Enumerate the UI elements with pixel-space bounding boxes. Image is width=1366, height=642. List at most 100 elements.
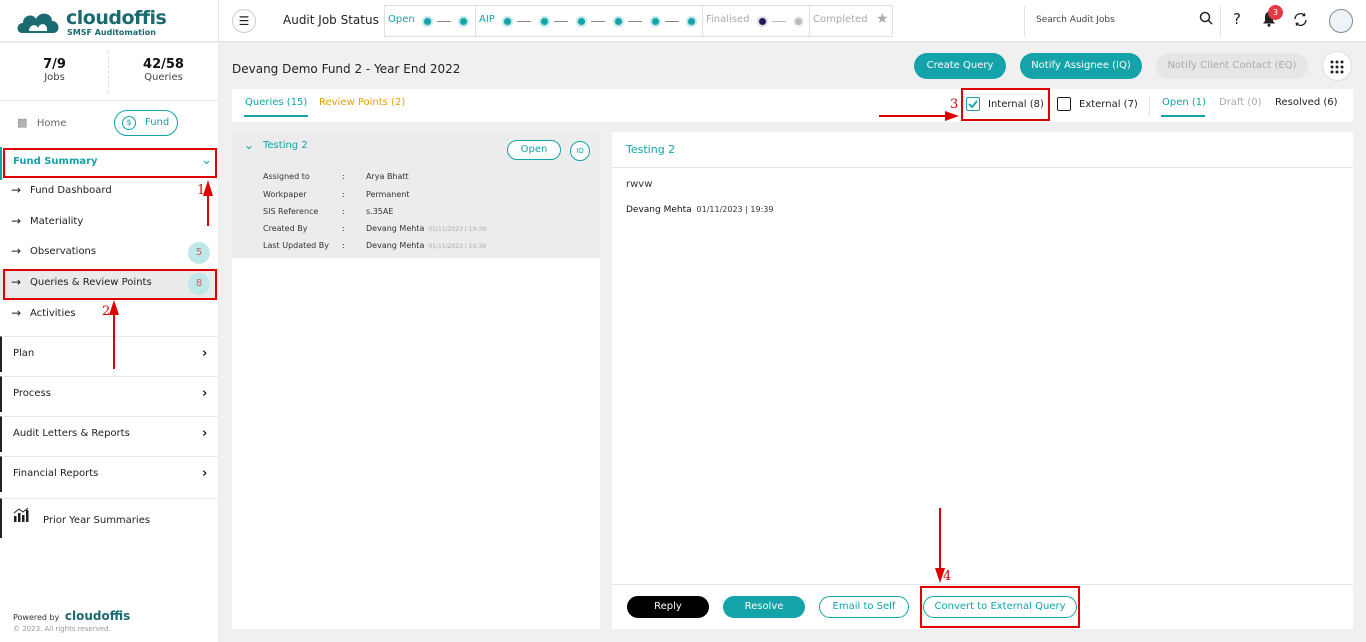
- jobs-count: 7/9: [43, 57, 66, 72]
- chevron-right-icon: ›: [202, 466, 208, 481]
- sidebar: 7/9 Jobs 42/58 Queries ▩ Home $ Fund Fun…: [0, 43, 218, 642]
- sidebar-section-plan[interactable]: Plan ›: [0, 336, 218, 372]
- bar-chart-icon: [13, 507, 29, 526]
- annotation-box: [3, 148, 217, 178]
- observations-count-badge: 5: [188, 242, 210, 264]
- notification-badge: 3: [1268, 5, 1283, 20]
- brand-logo[interactable]: cloudoffis SMSF Auditomation: [16, 5, 216, 39]
- stage-open: Open: [384, 5, 476, 37]
- field-value: Devang Mehta 01/11/2023 | 19:39: [366, 224, 486, 233]
- section-label: Process: [13, 388, 51, 399]
- filter-open[interactable]: Open (1): [1162, 97, 1206, 108]
- field-colon: :: [342, 207, 345, 216]
- external-checkbox[interactable]: [1057, 97, 1071, 111]
- notify-assignee-button[interactable]: Notify Assignee (IQ): [1020, 53, 1142, 79]
- field-value-text: Devang Mehta: [366, 224, 425, 233]
- field-colon: :: [342, 190, 345, 199]
- tab-review-points[interactable]: Review Points (2): [319, 97, 405, 108]
- query-field-row: Workpaper : Permanent: [232, 190, 600, 202]
- message-author: Devang Mehta 01/11/2023 | 19:39: [626, 205, 773, 215]
- sidebar-section-financial-reports[interactable]: Financial Reports ›: [0, 456, 218, 492]
- field-colon: :: [342, 241, 345, 250]
- tab-queries[interactable]: Queries (15): [245, 97, 307, 108]
- search-icon[interactable]: [1199, 11, 1213, 29]
- divider: [612, 167, 1353, 168]
- arrow-right-icon: →: [11, 244, 22, 258]
- sidebar-item-label: Activities: [30, 308, 76, 319]
- chevron-down-icon[interactable]: ⌄: [244, 138, 254, 152]
- stage-dot: [793, 16, 804, 27]
- divider: [1220, 6, 1221, 36]
- field-colon: :: [342, 224, 345, 233]
- chevron-right-icon: ›: [202, 426, 208, 441]
- email-to-self-button[interactable]: Email to Self: [819, 596, 909, 618]
- field-label: Last Updated By: [263, 241, 330, 250]
- divider: [1024, 6, 1025, 36]
- reply-button[interactable]: Reply: [627, 596, 709, 618]
- jobs-stat: 7/9 Jobs: [0, 57, 109, 83]
- annotation-arrow-line: [207, 196, 209, 226]
- sidebar-prior-year[interactable]: Prior Year Summaries: [0, 498, 218, 538]
- search-input[interactable]: Search Audit Jobs: [1036, 15, 1115, 25]
- sidebar-item-fund-dashboard[interactable]: → Fund Dashboard: [0, 177, 218, 207]
- create-query-button[interactable]: Create Query: [914, 53, 1006, 79]
- cloud-logo-icon: [17, 13, 59, 33]
- queries-stat: 42/58 Queries: [109, 57, 218, 83]
- stage-dot: [502, 16, 513, 27]
- queries-count: 42/58: [143, 57, 184, 72]
- stage-finalised: Finalised: [702, 5, 810, 37]
- menu-icon[interactable]: ☰: [232, 9, 256, 33]
- resolve-button[interactable]: Resolve: [723, 596, 805, 618]
- query-status-badge: Open: [507, 140, 561, 160]
- stage-label: Completed: [813, 14, 868, 25]
- dollar-icon: $: [122, 116, 136, 130]
- stage-connector: [437, 21, 451, 22]
- stage-label: AIP: [479, 14, 495, 25]
- star-icon: ★: [876, 11, 889, 27]
- query-title: Testing 2: [263, 140, 308, 151]
- query-detail-panel: Testing 2 rwvw Devang Mehta 01/11/2023 |…: [612, 132, 1353, 629]
- stage-dot: [686, 16, 697, 27]
- notify-client-contact-button[interactable]: Notify Client Contact (EQ): [1156, 53, 1308, 79]
- home-link[interactable]: ▩ Home: [17, 116, 66, 129]
- sidebar-item-observations[interactable]: → Observations 5: [0, 238, 218, 268]
- stage-dot: [539, 16, 550, 27]
- sidebar-item-materiality[interactable]: → Materiality: [0, 208, 218, 238]
- powered-by: Powered by cloudoffis: [13, 609, 130, 623]
- fund-button[interactable]: $ Fund: [114, 110, 178, 136]
- user-avatar[interactable]: [1329, 9, 1353, 33]
- page-title: Devang Demo Fund 2 - Year End 2022: [232, 62, 461, 76]
- annotation-label-3: 3: [950, 97, 959, 112]
- field-value: s.35AE: [366, 207, 394, 216]
- divider: [1149, 96, 1150, 116]
- filter-draft[interactable]: Draft (0): [1219, 97, 1262, 108]
- home-label: Home: [36, 118, 67, 129]
- sidebar-section-audit-letters[interactable]: Audit Letters & Reports ›: [0, 416, 218, 452]
- sync-icon[interactable]: [1292, 11, 1309, 32]
- tab-bar: Queries (15) Review Points (2) Internal …: [232, 89, 1353, 122]
- stage-dot: [613, 16, 624, 27]
- footer-brand: cloudoffis: [64, 609, 131, 623]
- field-value: Devang Mehta 01/11/2023 | 19:39: [366, 241, 486, 250]
- message-timestamp: 01/11/2023 | 19:39: [696, 205, 774, 214]
- dashboard-icon: ▩: [17, 116, 28, 129]
- filter-resolved[interactable]: Resolved (6): [1275, 97, 1338, 108]
- field-label: SIS Reference: [263, 207, 319, 216]
- chevron-right-icon: ›: [202, 346, 208, 361]
- sidebar-section-process[interactable]: Process ›: [0, 376, 218, 412]
- apps-grid-icon[interactable]: [1322, 51, 1352, 81]
- external-filter-label[interactable]: External (7): [1079, 99, 1138, 110]
- section-label: Audit Letters & Reports: [13, 428, 130, 439]
- query-field-row: Assigned to : Arya Bhatt: [232, 172, 600, 184]
- query-field-row: Last Updated By : Devang Mehta 01/11/2023…: [232, 241, 600, 253]
- query-card[interactable]: ⌄ Testing 2 Open IQ Assigned to : Arya B…: [232, 132, 600, 258]
- stage-connector: [554, 21, 568, 22]
- query-field-row: SIS Reference : s.35AE: [232, 207, 600, 219]
- stage-label: Finalised: [706, 14, 750, 25]
- field-label: Workpaper: [263, 190, 307, 199]
- stage-connector: [591, 21, 605, 22]
- sidebar-item-label: Materiality: [30, 216, 84, 227]
- arrow-right-icon: →: [11, 306, 22, 320]
- divider: [612, 584, 1353, 585]
- help-icon[interactable]: ?: [1233, 10, 1241, 28]
